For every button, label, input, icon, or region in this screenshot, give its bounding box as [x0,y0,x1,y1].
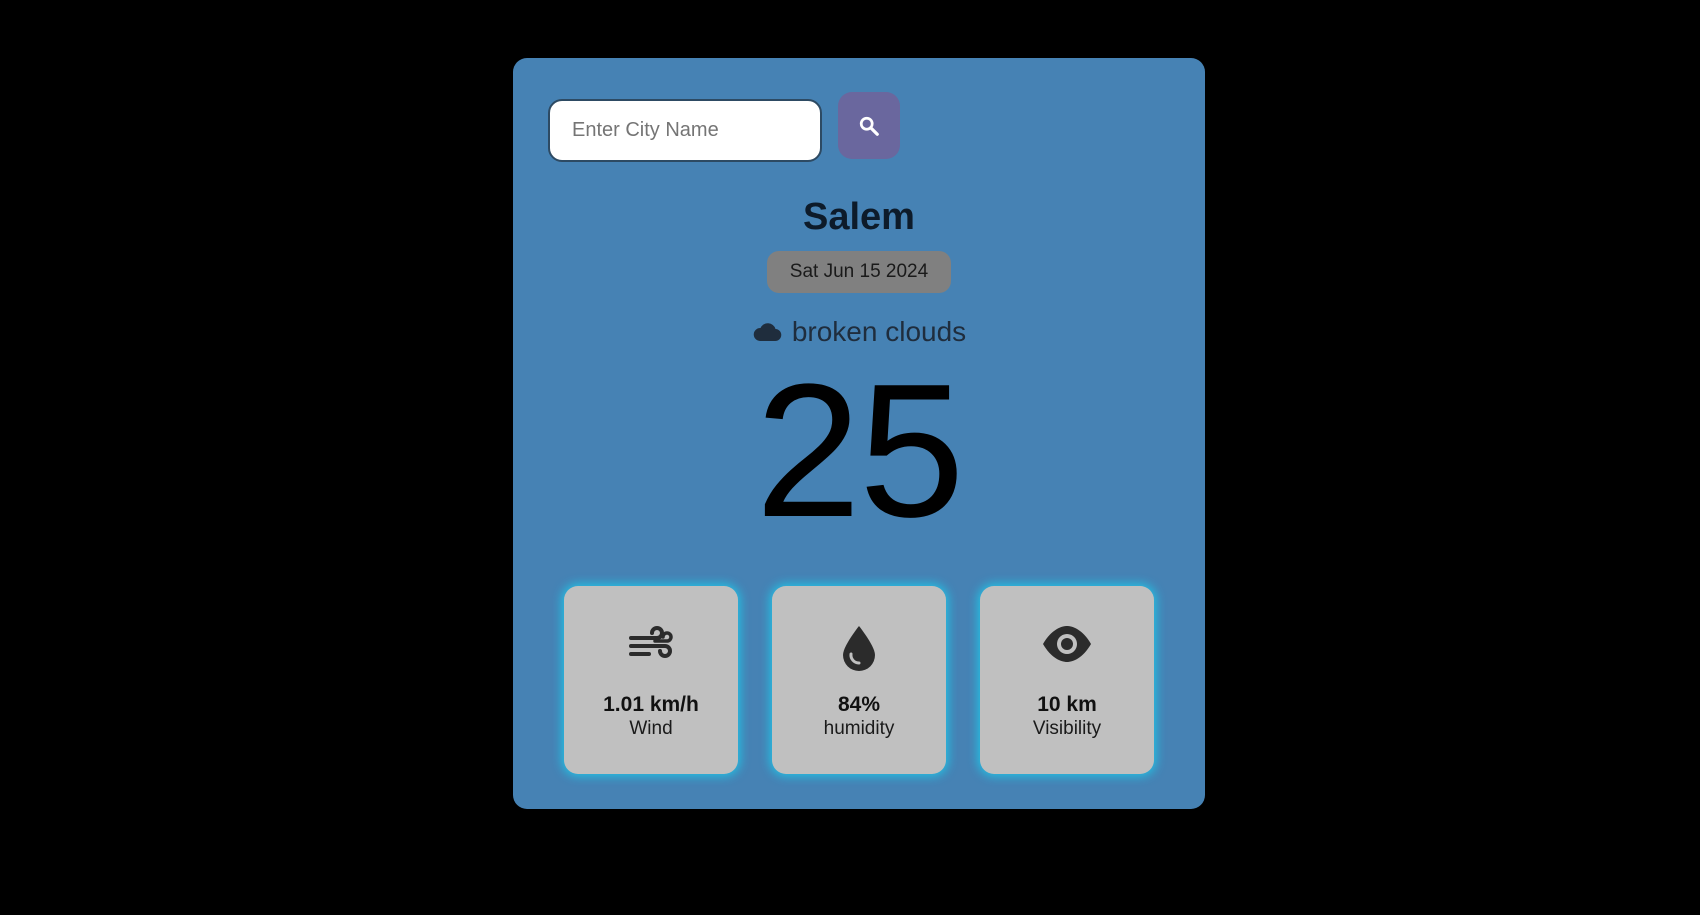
cloud-icon [753,323,782,342]
weather-condition: broken clouds [513,316,1205,348]
search-icon [859,116,879,136]
eye-icon [1043,626,1091,662]
wind-stat-card: 1.01 km/h Wind [564,586,738,774]
city-name: Salem [803,196,915,238]
humidity-value: 84% [837,693,881,716]
condition-text: broken clouds [791,316,967,347]
wind-icon [629,626,673,658]
visibility-stat-card: 10 km Visibility [980,586,1154,774]
wind-value: 1.01 km/h [603,693,699,716]
droplet-icon [843,626,875,671]
visibility-label: Visibility [1032,718,1102,739]
search-button[interactable] [838,92,900,159]
wind-label: Wind [629,718,673,739]
visibility-value: 10 km [1037,693,1097,716]
humidity-label: humidity [823,718,895,739]
date-badge: Sat Jun 15 2024 [766,251,952,293]
humidity-stat-card: 84% humidity [772,586,946,774]
temperature: 25 [755,345,964,557]
city-search-input[interactable] [548,99,822,162]
weather-card: Salem Sat Jun 15 2024 broken clouds 25 1… [513,58,1205,809]
